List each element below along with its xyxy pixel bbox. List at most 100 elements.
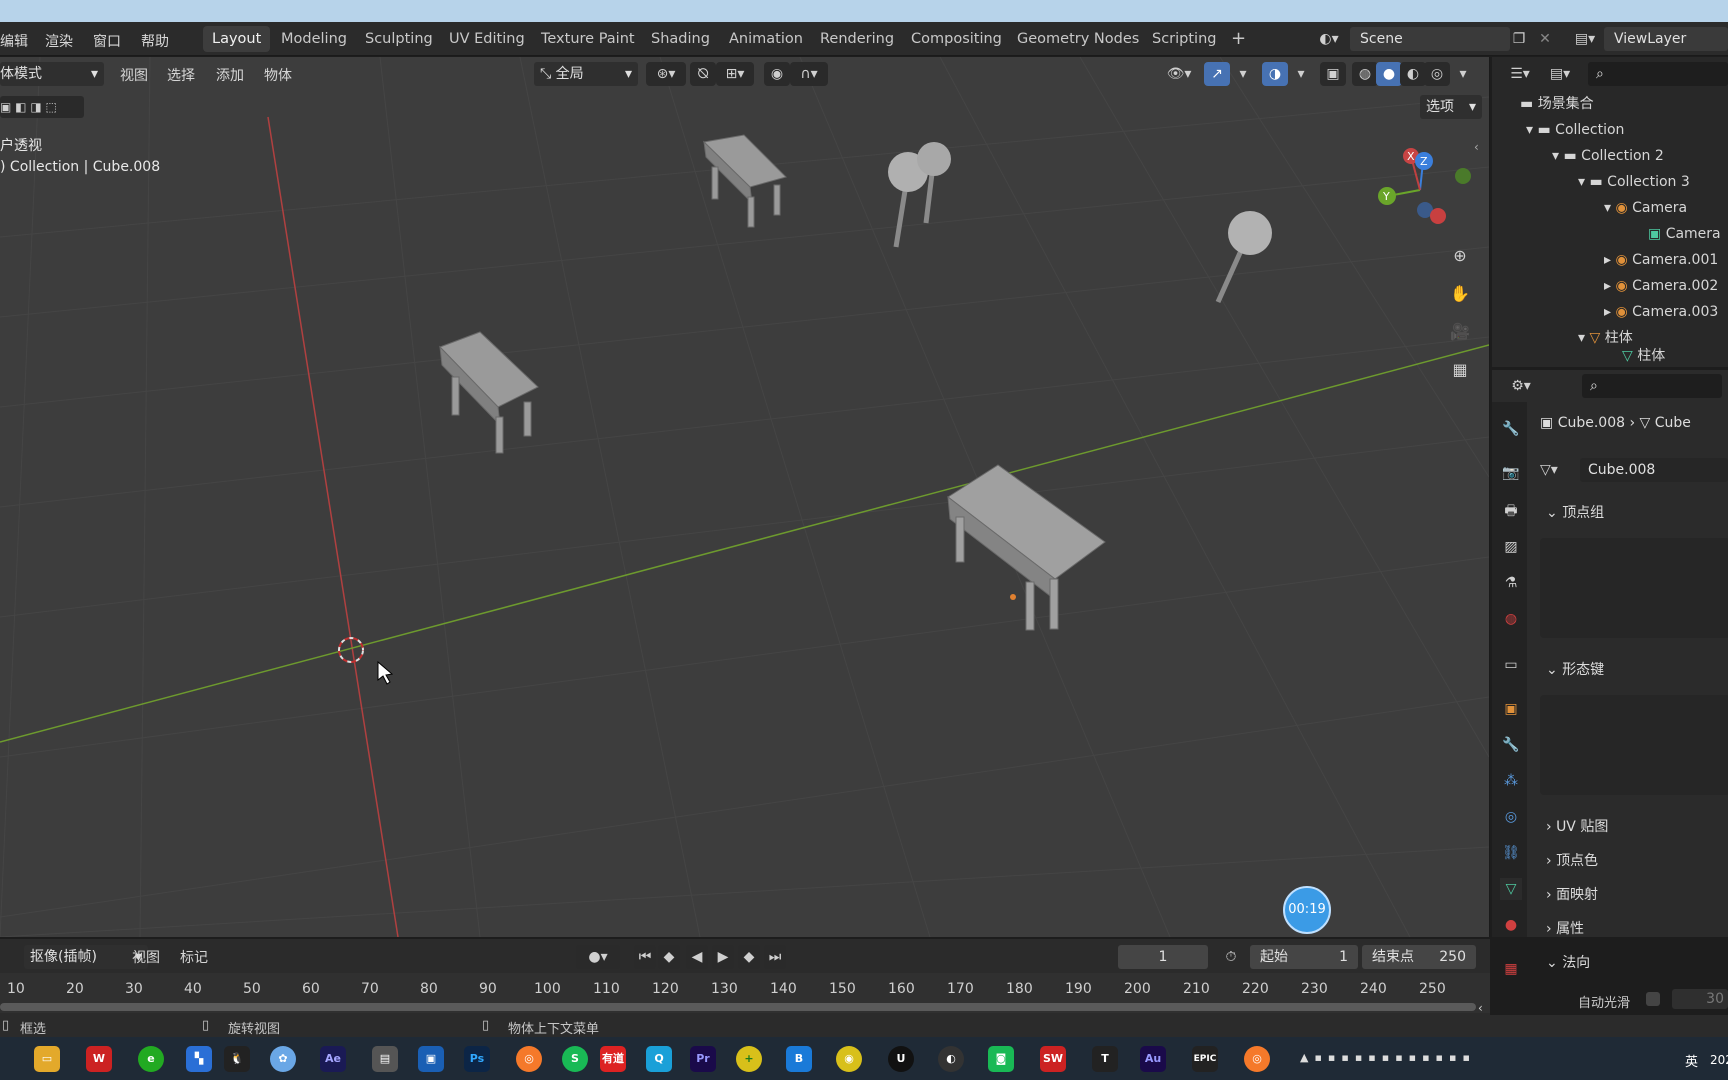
panel-shape-keys[interactable]: ⌄ 形态键 xyxy=(1546,659,1604,679)
vertex-groups-list[interactable] xyxy=(1540,538,1728,638)
object-tab-icon[interactable]: ▣ xyxy=(1500,698,1522,720)
chevron-left-icon[interactable]: ‹ xyxy=(1478,1001,1483,1015)
app-icon[interactable]: ◐ xyxy=(938,1046,964,1072)
app-icon[interactable]: ▤ xyxy=(372,1046,398,1072)
outliner-row-camera-003[interactable]: ▸ ◉ Camera.003 xyxy=(1604,300,1718,324)
outliner-row-camera-data[interactable]: ▣ Camera xyxy=(1648,222,1721,246)
pan-hand-icon[interactable]: ✋ xyxy=(1446,280,1474,308)
premiere-icon[interactable]: Pr xyxy=(690,1046,716,1072)
viewport-menu-add[interactable]: 添加 xyxy=(216,65,244,85)
xray-icon[interactable]: ▣ xyxy=(1320,62,1346,86)
particles-tab-icon[interactable]: ⁂ xyxy=(1500,770,1522,792)
auto-smooth-angle[interactable]: 30 xyxy=(1672,989,1728,1009)
panel-vertex-groups[interactable]: ⌄ 顶点组 xyxy=(1546,502,1604,522)
select-invert-icon[interactable]: ⬚ xyxy=(46,100,57,114)
tab-uv-editing[interactable]: UV Editing xyxy=(440,26,534,52)
menu-edit[interactable]: 编辑 xyxy=(0,31,28,51)
select-subtract-icon[interactable]: ◨ xyxy=(30,100,41,114)
viewport-menu-view[interactable]: 视图 xyxy=(120,65,148,85)
solid-shading-icon[interactable]: ● xyxy=(1376,62,1402,86)
tab-sculpting[interactable]: Sculpting xyxy=(356,26,442,52)
material-shading-icon[interactable]: ◐ xyxy=(1400,62,1426,86)
recording-timer[interactable]: 00:19 xyxy=(1283,886,1331,934)
collection-tab-icon[interactable]: ▭ xyxy=(1500,654,1522,676)
output-tab-icon[interactable]: 🖶 xyxy=(1500,500,1522,522)
blender-icon[interactable]: ◎ xyxy=(516,1046,542,1072)
outliner-row-cylinder-mesh[interactable]: ▽ 柱体 xyxy=(1622,346,1665,366)
gizmo-toggle-icon[interactable]: ↗ xyxy=(1204,62,1230,86)
3d-viewport[interactable] xyxy=(0,57,1489,937)
snap-toggle-icon[interactable]: ⦰ xyxy=(690,62,716,86)
outliner-row-camera-001[interactable]: ▸ ◉ Camera.001 xyxy=(1604,248,1718,272)
panel-uv-maps[interactable]: › UV 贴图 xyxy=(1546,816,1608,836)
camera-view-icon[interactable]: 🎥 xyxy=(1446,318,1474,346)
outliner-row-collection[interactable]: ▾ ▬ Collection xyxy=(1526,118,1624,142)
shape-keys-list[interactable] xyxy=(1540,695,1728,795)
zoom-icon[interactable]: ⊕ xyxy=(1446,242,1474,270)
panel-normals[interactable]: ⌄ 法向 xyxy=(1546,952,1590,972)
outliner-search-input[interactable]: ⌕ xyxy=(1588,62,1728,86)
wechat-icon[interactable]: ◙ xyxy=(988,1046,1014,1072)
current-frame-field[interactable]: 1 xyxy=(1118,945,1208,969)
view-layer-field[interactable]: ViewLayer xyxy=(1604,27,1728,51)
tab-rendering[interactable]: Rendering xyxy=(811,26,903,52)
system-tray[interactable]: ▲▪▪▪▪▪▪▪▪▪▪▪▪ xyxy=(1300,1051,1680,1067)
start-frame-field[interactable]: 起始 1 xyxy=(1250,945,1358,969)
wireframe-shading-icon[interactable]: ◍ xyxy=(1352,62,1378,86)
panel-attributes[interactable]: › 属性 xyxy=(1546,918,1584,938)
chevron-down-icon[interactable]: ▾ xyxy=(1230,62,1256,86)
play-icon[interactable]: ▶ xyxy=(712,945,734,969)
qq-icon[interactable]: 🐧 xyxy=(224,1046,250,1072)
tab-layout[interactable]: Layout xyxy=(203,26,271,52)
properties-search-input[interactable]: ⌕ xyxy=(1582,374,1722,398)
remove-scene-icon[interactable]: ✕ xyxy=(1532,27,1558,51)
perspective-grid-icon[interactable]: ▦ xyxy=(1446,356,1474,384)
outliner-scene-collection[interactable]: ▬ 场景集合 xyxy=(1520,92,1594,116)
audition-icon[interactable]: Au xyxy=(1140,1046,1166,1072)
viewport-menu-object[interactable]: 物体 xyxy=(264,65,292,85)
constraints-tab-icon[interactable]: ⛓ xyxy=(1500,842,1522,864)
render-tab-icon[interactable]: 📷 xyxy=(1500,462,1522,484)
clock-date[interactable]: 202 xyxy=(1710,1053,1728,1067)
editor-type-icon[interactable]: ☰▾ xyxy=(1502,62,1538,86)
file-explorer-icon[interactable]: ▭ xyxy=(34,1046,60,1072)
solidworks-icon[interactable]: SW xyxy=(1040,1046,1066,1072)
mesh-browse-icon[interactable]: ▽▾ xyxy=(1540,458,1580,482)
view-layer-tab-icon[interactable]: ▨ xyxy=(1500,536,1522,558)
snap-target-icon[interactable]: ⊞▾ xyxy=(716,62,754,86)
auto-smooth-checkbox[interactable] xyxy=(1646,992,1660,1006)
tab-scripting[interactable]: Scripting xyxy=(1143,26,1225,52)
tab-compositing[interactable]: Compositing xyxy=(902,26,1011,52)
proportional-edit-icon[interactable]: ◉ xyxy=(764,62,790,86)
selection-mode-buttons[interactable]: ▣ ◧ ◨ ⬚ xyxy=(0,96,84,118)
tab-modeling[interactable]: Modeling xyxy=(272,26,356,52)
unreal-icon[interactable]: U xyxy=(888,1046,914,1072)
menu-help[interactable]: 帮助 xyxy=(141,31,169,51)
input-language-indicator[interactable]: 英 xyxy=(1685,1051,1698,1070)
display-mode-icon[interactable]: ▤▾ xyxy=(1542,62,1578,86)
wps-icon[interactable]: W xyxy=(86,1046,112,1072)
jump-end-icon[interactable]: ⏭ xyxy=(764,945,786,969)
physics-tab-icon[interactable]: ◎ xyxy=(1500,806,1522,828)
app-icon[interactable]: Q xyxy=(646,1046,672,1072)
falloff-icon[interactable]: ∩▾ xyxy=(790,62,828,86)
tab-shading[interactable]: Shading xyxy=(642,26,719,52)
app-icon[interactable]: T xyxy=(1092,1046,1118,1072)
scene-selector-icon[interactable]: ◐▾ xyxy=(1316,27,1342,51)
timeline-scrollbar[interactable] xyxy=(0,1003,1476,1011)
app-icon[interactable]: ▚ xyxy=(186,1046,212,1072)
sidebar-toggle-icon[interactable]: ‹ xyxy=(1474,140,1479,154)
next-keyframe-icon[interactable]: ◆ xyxy=(738,945,760,969)
stopwatch-icon[interactable]: ⏱ xyxy=(1218,945,1244,969)
end-frame-field[interactable]: 结束点 250 xyxy=(1362,945,1476,969)
app-icon[interactable]: ◉ xyxy=(836,1046,862,1072)
menu-window[interactable]: 窗口 xyxy=(93,31,121,51)
tab-animation[interactable]: Animation xyxy=(720,26,812,52)
jump-start-icon[interactable]: ⏮ xyxy=(634,945,656,969)
transform-orientation-selector[interactable]: ⤡ 全局 ▾ xyxy=(534,62,638,86)
timeline-menu-view[interactable]: 视图 xyxy=(132,947,160,967)
chevron-down-icon[interactable]: ▾ xyxy=(1450,62,1476,86)
options-dropdown[interactable]: 选项 ▾ xyxy=(1420,95,1482,119)
view-layer-selector-icon[interactable]: ▤▾ xyxy=(1572,27,1598,51)
photoshop-icon[interactable]: Ps xyxy=(464,1046,490,1072)
